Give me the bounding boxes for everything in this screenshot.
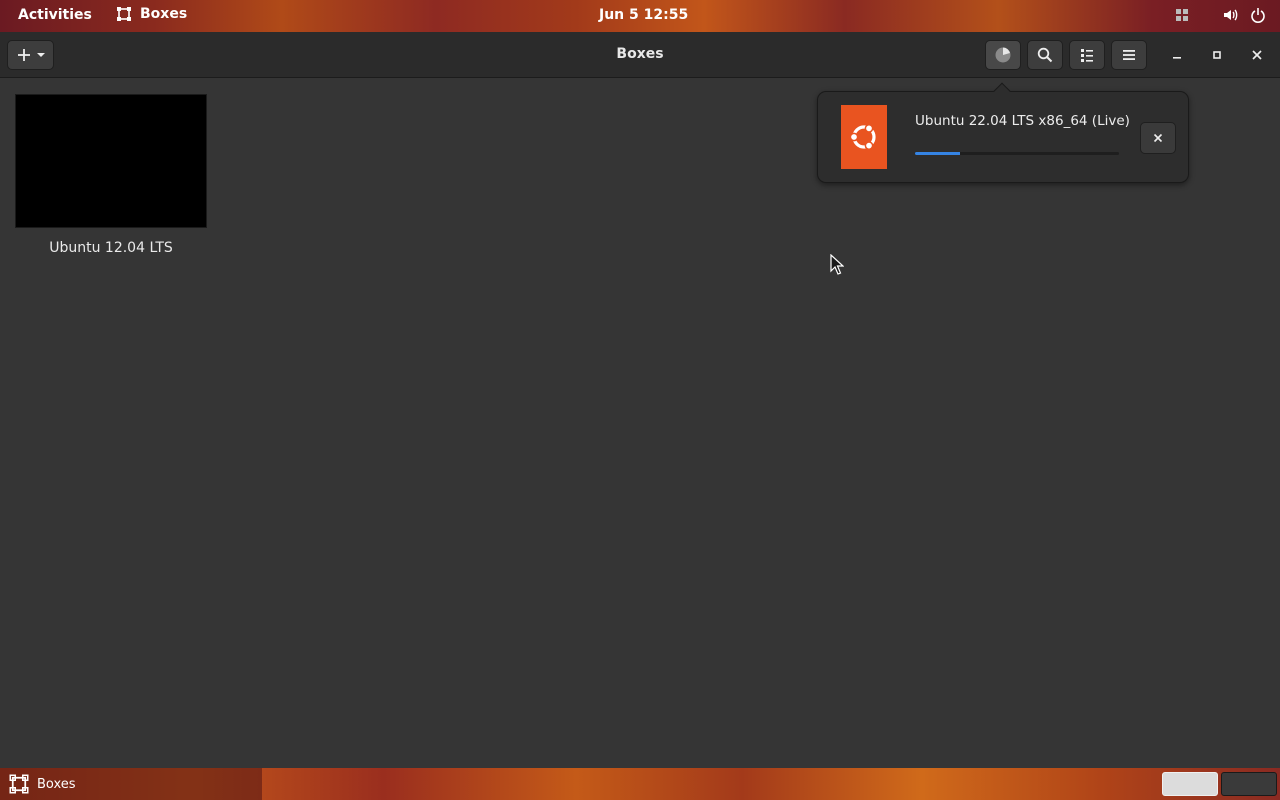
downloads-popover: Ubuntu 22.04 LTS x86_64 (Live) [817,82,1189,183]
search-icon [1037,47,1053,63]
system-tray[interactable] [1174,7,1266,23]
box-thumbnail[interactable] [15,94,207,228]
header-bar: Boxes [0,32,1280,78]
mouse-cursor [830,253,845,280]
download-progress-icon [994,46,1012,64]
main-menu-button[interactable] [1111,40,1147,70]
cancel-download-button[interactable] [1140,122,1176,154]
downloads-button[interactable] [985,40,1021,70]
boxes-app-icon [9,774,29,794]
bottom-taskbar: Boxes [0,768,1280,800]
app-menu[interactable]: Boxes [116,6,187,22]
maximize-icon [1211,49,1223,61]
list-view-button[interactable] [1069,40,1105,70]
taskbar-item-label: Boxes [37,776,76,792]
list-view-icon [1079,47,1095,63]
boxes-app-icon [116,6,132,22]
taskbar-item-boxes[interactable]: Boxes [0,768,262,800]
minimize-button[interactable] [1166,44,1188,66]
close-icon [1251,49,1263,61]
activities-button[interactable]: Activities [18,7,92,23]
applet-icon[interactable] [1174,7,1190,23]
minimize-icon [1171,49,1183,61]
app-menu-label: Boxes [140,6,188,22]
search-button[interactable] [1027,40,1063,70]
box-item[interactable]: Ubuntu 12.04 LTS [15,94,207,256]
download-progress-bar [915,152,1119,155]
ubuntu-logo-icon [841,105,887,169]
workspace-2[interactable] [1221,772,1277,796]
close-icon [1153,133,1163,143]
download-progress-fill [915,152,960,155]
clock[interactable]: Jun 5 12:55 [599,7,688,23]
hamburger-menu-icon [1121,47,1137,63]
workspace-1[interactable] [1162,772,1218,796]
top-bar: Activities Boxes Jun 5 12:55 [0,0,1280,32]
volume-icon[interactable] [1222,7,1238,23]
maximize-button[interactable] [1206,44,1228,66]
power-icon[interactable] [1250,7,1266,23]
box-label: Ubuntu 12.04 LTS [49,240,173,256]
boxes-window: Boxes Ubuntu 12.04 LTS Ubuntu 22.04 LTS … [0,32,1280,768]
close-window-button[interactable] [1246,44,1268,66]
download-name: Ubuntu 22.04 LTS x86_64 (Live) [915,113,1130,129]
